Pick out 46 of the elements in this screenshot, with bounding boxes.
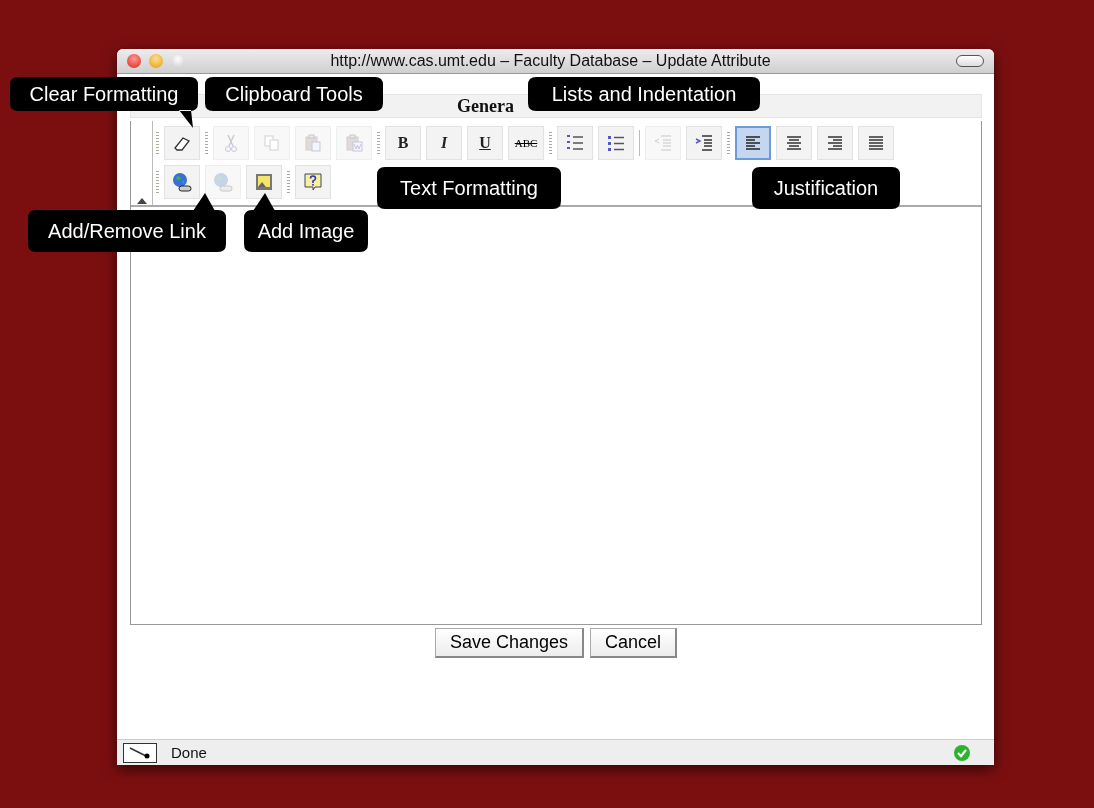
align-justify-icon	[866, 133, 886, 153]
eraser-button[interactable]	[164, 126, 200, 160]
tooltip: Clear Formatting	[10, 77, 198, 128]
image-icon	[254, 172, 274, 192]
tooltip: Text Formatting	[377, 167, 561, 209]
clipboard-icon	[344, 133, 364, 153]
tooltip: Lists and Indentation	[528, 77, 760, 111]
indent-icon	[694, 133, 714, 153]
tooltip: Add/Remove Link	[28, 193, 226, 252]
align-center-icon	[784, 133, 804, 153]
tooltip: Add Image	[244, 193, 368, 252]
format-button[interactable]: U	[467, 126, 503, 160]
collapse-arrow-icon[interactable]	[136, 197, 147, 205]
status-text: Done	[171, 744, 208, 761]
help-icon	[303, 172, 323, 192]
clipboard-icon	[303, 133, 323, 153]
format-button[interactable]: I	[426, 126, 462, 160]
tooltip: Justification	[752, 167, 900, 209]
indent-button[interactable]	[686, 126, 722, 160]
ordered-list-button[interactable]	[557, 126, 593, 160]
toolbar-toggle-button[interactable]	[956, 55, 984, 67]
globe-link-icon	[171, 171, 193, 193]
help-button[interactable]	[295, 165, 331, 199]
close-button[interactable]	[127, 54, 141, 68]
format-button[interactable]: ABC	[508, 126, 544, 160]
save-button[interactable]: Save Changes	[434, 628, 585, 658]
link-button[interactable]	[164, 165, 200, 199]
image-button[interactable]	[246, 165, 282, 199]
copy-icon	[262, 133, 282, 153]
check-icon	[954, 744, 970, 761]
align-left-button[interactable]	[735, 126, 771, 160]
bullet-list-button[interactable]	[598, 126, 634, 160]
numbered-list-icon	[565, 133, 585, 153]
align-center-button[interactable]	[776, 126, 812, 160]
format-button[interactable]: B	[385, 126, 421, 160]
pen-icon[interactable]	[123, 742, 157, 763]
window-title: http://www.cas.umt.edu – Faculty Database – Update Attribute	[329, 52, 772, 70]
bullet-list-icon	[606, 133, 626, 153]
globe-link-icon	[212, 171, 234, 193]
align-justify-button[interactable]	[858, 126, 894, 160]
align-right-icon	[825, 133, 845, 153]
tooltip: Clipboard Tools	[205, 77, 383, 111]
cancel-button[interactable]: Cancel	[590, 628, 678, 658]
align-left-icon	[743, 133, 763, 153]
outdent-icon	[653, 133, 673, 153]
align-right-button[interactable]	[817, 126, 853, 160]
